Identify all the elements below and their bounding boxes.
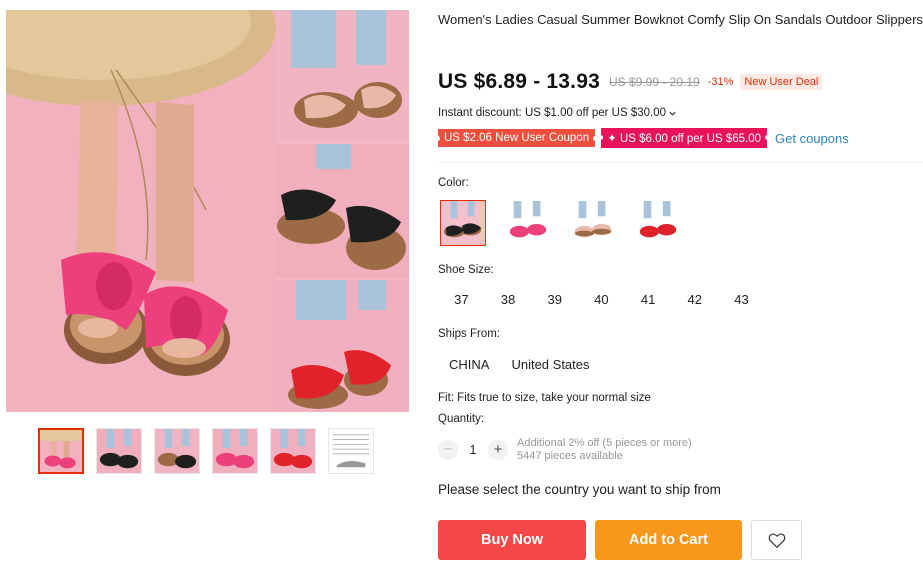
size-option-41[interactable]: 41 bbox=[625, 290, 672, 309]
ship-option-united-states[interactable]: United States bbox=[500, 354, 600, 375]
instant-discount-text: Instant discount: US $1.00 off per US $3… bbox=[438, 107, 667, 119]
original-price: US $9.99 - 20.19 bbox=[608, 75, 700, 89]
quantity-input[interactable]: 1 bbox=[458, 443, 488, 457]
buy-now-button[interactable]: Buy Now bbox=[438, 520, 586, 560]
size-option-42[interactable]: 42 bbox=[671, 290, 718, 309]
add-to-cart-button[interactable]: Add to Cart bbox=[595, 520, 742, 560]
quantity-label: Quantity: bbox=[438, 413, 485, 425]
bulk-discount-note: Additional 2% off (5 pieces or more) bbox=[517, 437, 692, 449]
quantity-decrease-button[interactable]: − bbox=[438, 440, 458, 460]
color-options bbox=[440, 200, 681, 246]
thumbnail-strip bbox=[38, 428, 374, 474]
size-option-37[interactable]: 37 bbox=[438, 290, 485, 309]
thumbnail-5[interactable] bbox=[270, 428, 316, 474]
quantity-increase-button[interactable]: + bbox=[488, 440, 508, 460]
ships-from-label: Ships From: bbox=[438, 328, 500, 340]
chevron-down-icon bbox=[669, 111, 676, 116]
thumbnail-1[interactable] bbox=[38, 428, 84, 474]
wishlist-button[interactable] bbox=[751, 520, 802, 560]
thumbnail-3[interactable] bbox=[154, 428, 200, 474]
ships-from-options: CHINA United States bbox=[438, 354, 601, 375]
shoe-size-label: Shoe Size: bbox=[438, 264, 494, 276]
current-price: US $6.89 - 13.93 bbox=[438, 70, 600, 93]
stock-available: 5447 pieces available bbox=[517, 450, 623, 462]
get-coupons-link[interactable]: Get coupons bbox=[775, 131, 849, 146]
ship-option-china[interactable]: CHINA bbox=[438, 354, 500, 375]
color-label: Color: bbox=[438, 177, 469, 189]
thumbnail-4[interactable] bbox=[212, 428, 258, 474]
fit-note: Fit: Fits true to size, take your normal… bbox=[438, 392, 651, 404]
color-swatch-pink[interactable] bbox=[505, 200, 551, 246]
instant-discount[interactable]: Instant discount: US $1.00 off per US $3… bbox=[438, 107, 677, 119]
size-option-38[interactable]: 38 bbox=[485, 290, 532, 309]
quantity-note: Additional 2% off (5 pieces or more) 544… bbox=[517, 437, 692, 463]
size-option-43[interactable]: 43 bbox=[718, 290, 765, 309]
quantity-stepper: − 1 + Additional 2% off (5 pieces or mor… bbox=[438, 437, 692, 463]
heart-icon bbox=[768, 532, 785, 548]
discount-percent: -31% bbox=[707, 76, 734, 88]
shipping-message: Please select the country you want to sh… bbox=[438, 482, 721, 497]
thumbnail-size-chart[interactable] bbox=[328, 428, 374, 474]
color-swatch-red[interactable] bbox=[635, 200, 681, 246]
size-option-39[interactable]: 39 bbox=[531, 290, 578, 309]
size-option-40[interactable]: 40 bbox=[578, 290, 625, 309]
size-options: 37 38 39 40 41 42 43 bbox=[438, 290, 765, 309]
new-user-deal-badge: New User Deal bbox=[740, 74, 823, 90]
price-row: US $6.89 - 13.93 US $9.99 - 20.19 -31% N… bbox=[438, 70, 823, 94]
divider bbox=[438, 162, 923, 163]
new-user-coupon[interactable]: US $2.06 New User Coupon bbox=[434, 129, 599, 147]
coupon-row: US $2.06 New User Coupon ✦ US $6.00 off … bbox=[434, 128, 849, 148]
product-info: Women's Ladies Casual Summer Bowknot Com… bbox=[434, 0, 923, 570]
color-swatch-black[interactable] bbox=[440, 200, 486, 246]
color-swatch-khaki[interactable] bbox=[570, 200, 616, 246]
thumbnail-2[interactable] bbox=[96, 428, 142, 474]
product-title: Women's Ladies Casual Summer Bowknot Com… bbox=[438, 12, 923, 27]
store-coupon[interactable]: ✦ US $6.00 off per US $65.00 bbox=[598, 128, 770, 148]
product-main-image[interactable] bbox=[6, 10, 409, 412]
